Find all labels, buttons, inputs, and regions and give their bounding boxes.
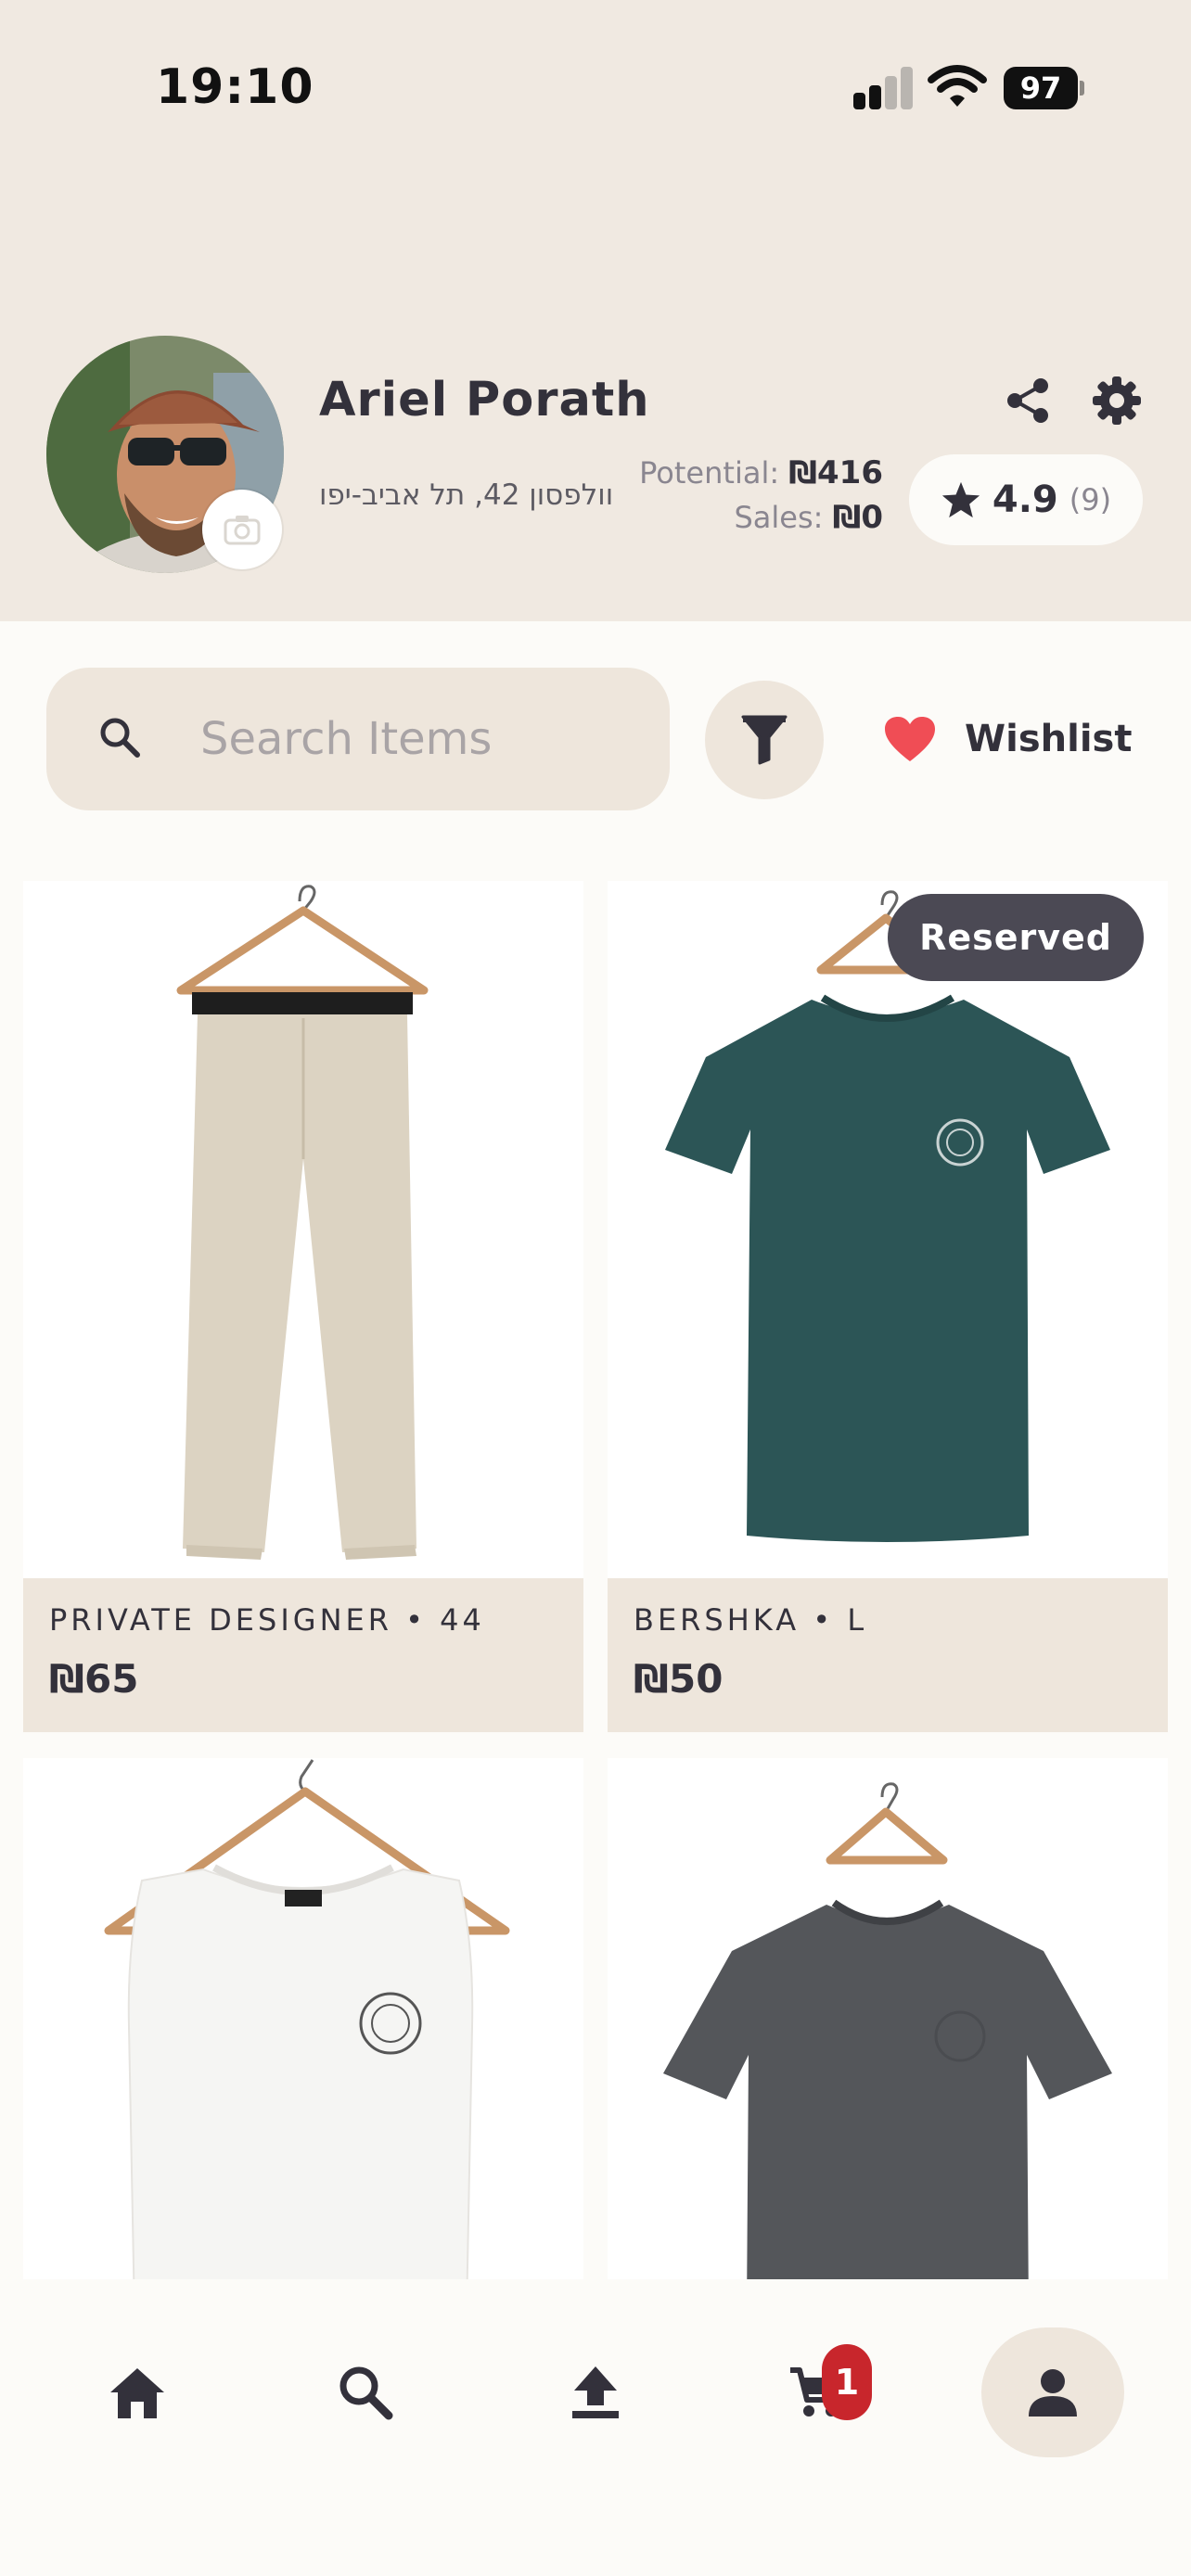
- product-image: [608, 881, 1168, 1578]
- search-icon: [100, 718, 140, 758]
- product-meta: BERSHKA • L: [634, 1602, 868, 1638]
- star-icon: [941, 481, 980, 518]
- potential-value: ₪416: [788, 454, 883, 491]
- product-image: [608, 1758, 1168, 2279]
- battery-level: 97: [1004, 67, 1078, 109]
- potential-stat: Potential: ₪416: [639, 454, 883, 491]
- camera-icon: [224, 516, 261, 545]
- search-box[interactable]: [46, 668, 670, 810]
- upload-icon: [572, 2366, 619, 2418]
- filter-button[interactable]: [705, 681, 824, 799]
- home-icon: [110, 2368, 164, 2418]
- product-image: [23, 881, 583, 1578]
- cell-signal-icon: [853, 67, 915, 109]
- gear-icon[interactable]: [1091, 375, 1143, 427]
- share-icon[interactable]: [1002, 375, 1054, 427]
- status-time: 19:10: [156, 59, 314, 115]
- product-info: BERSHKA • L ₪50: [608, 1578, 1168, 1732]
- filter-icon: [741, 715, 788, 765]
- search-input[interactable]: [200, 668, 636, 810]
- sales-stat: Sales: ₪0: [734, 499, 883, 536]
- wishlist-button[interactable]: Wishlist: [883, 707, 1132, 772]
- rating-count: (9): [1069, 482, 1112, 517]
- reserved-badge: Reserved: [888, 894, 1144, 981]
- product-card[interactable]: PRIVATE DESIGNER • 44 ₪65: [23, 881, 583, 1732]
- tab-upload[interactable]: [540, 2352, 651, 2433]
- product-info: PRIVATE DESIGNER • 44 ₪65: [23, 1578, 583, 1732]
- profile-name: Ariel Porath: [319, 373, 650, 427]
- profile-address: וולפסון 42, תל אביב-יפו: [319, 478, 614, 512]
- rating-pill[interactable]: 4.9 (9): [909, 454, 1143, 545]
- product-image: [23, 1758, 583, 2279]
- product-meta: PRIVATE DESIGNER • 44: [49, 1602, 485, 1638]
- sales-label: Sales:: [734, 500, 824, 535]
- product-price: ₪50: [634, 1656, 724, 1702]
- product-card[interactable]: [608, 1758, 1168, 2279]
- change-photo-button[interactable]: [202, 490, 282, 569]
- person-icon: [1029, 2369, 1077, 2417]
- wishlist-label: Wishlist: [965, 718, 1133, 760]
- profile-tab-icon-wrap[interactable]: [997, 2352, 1108, 2433]
- product-card[interactable]: [23, 1758, 583, 2279]
- cart-count-badge: 1: [822, 2344, 872, 2420]
- heart-icon: [885, 717, 935, 761]
- potential-label: Potential:: [639, 455, 780, 491]
- product-card[interactable]: Reserved BERSHKA • L ₪50: [608, 881, 1168, 1732]
- rating-value: 4.9: [992, 478, 1058, 521]
- wifi-icon: [928, 65, 987, 107]
- sales-value: ₪0: [832, 499, 883, 536]
- tab-home[interactable]: [82, 2352, 193, 2433]
- search-icon: [339, 2366, 393, 2420]
- battery-icon: 97: [1004, 67, 1084, 109]
- tab-search[interactable]: [310, 2352, 421, 2433]
- product-price: ₪65: [49, 1656, 139, 1702]
